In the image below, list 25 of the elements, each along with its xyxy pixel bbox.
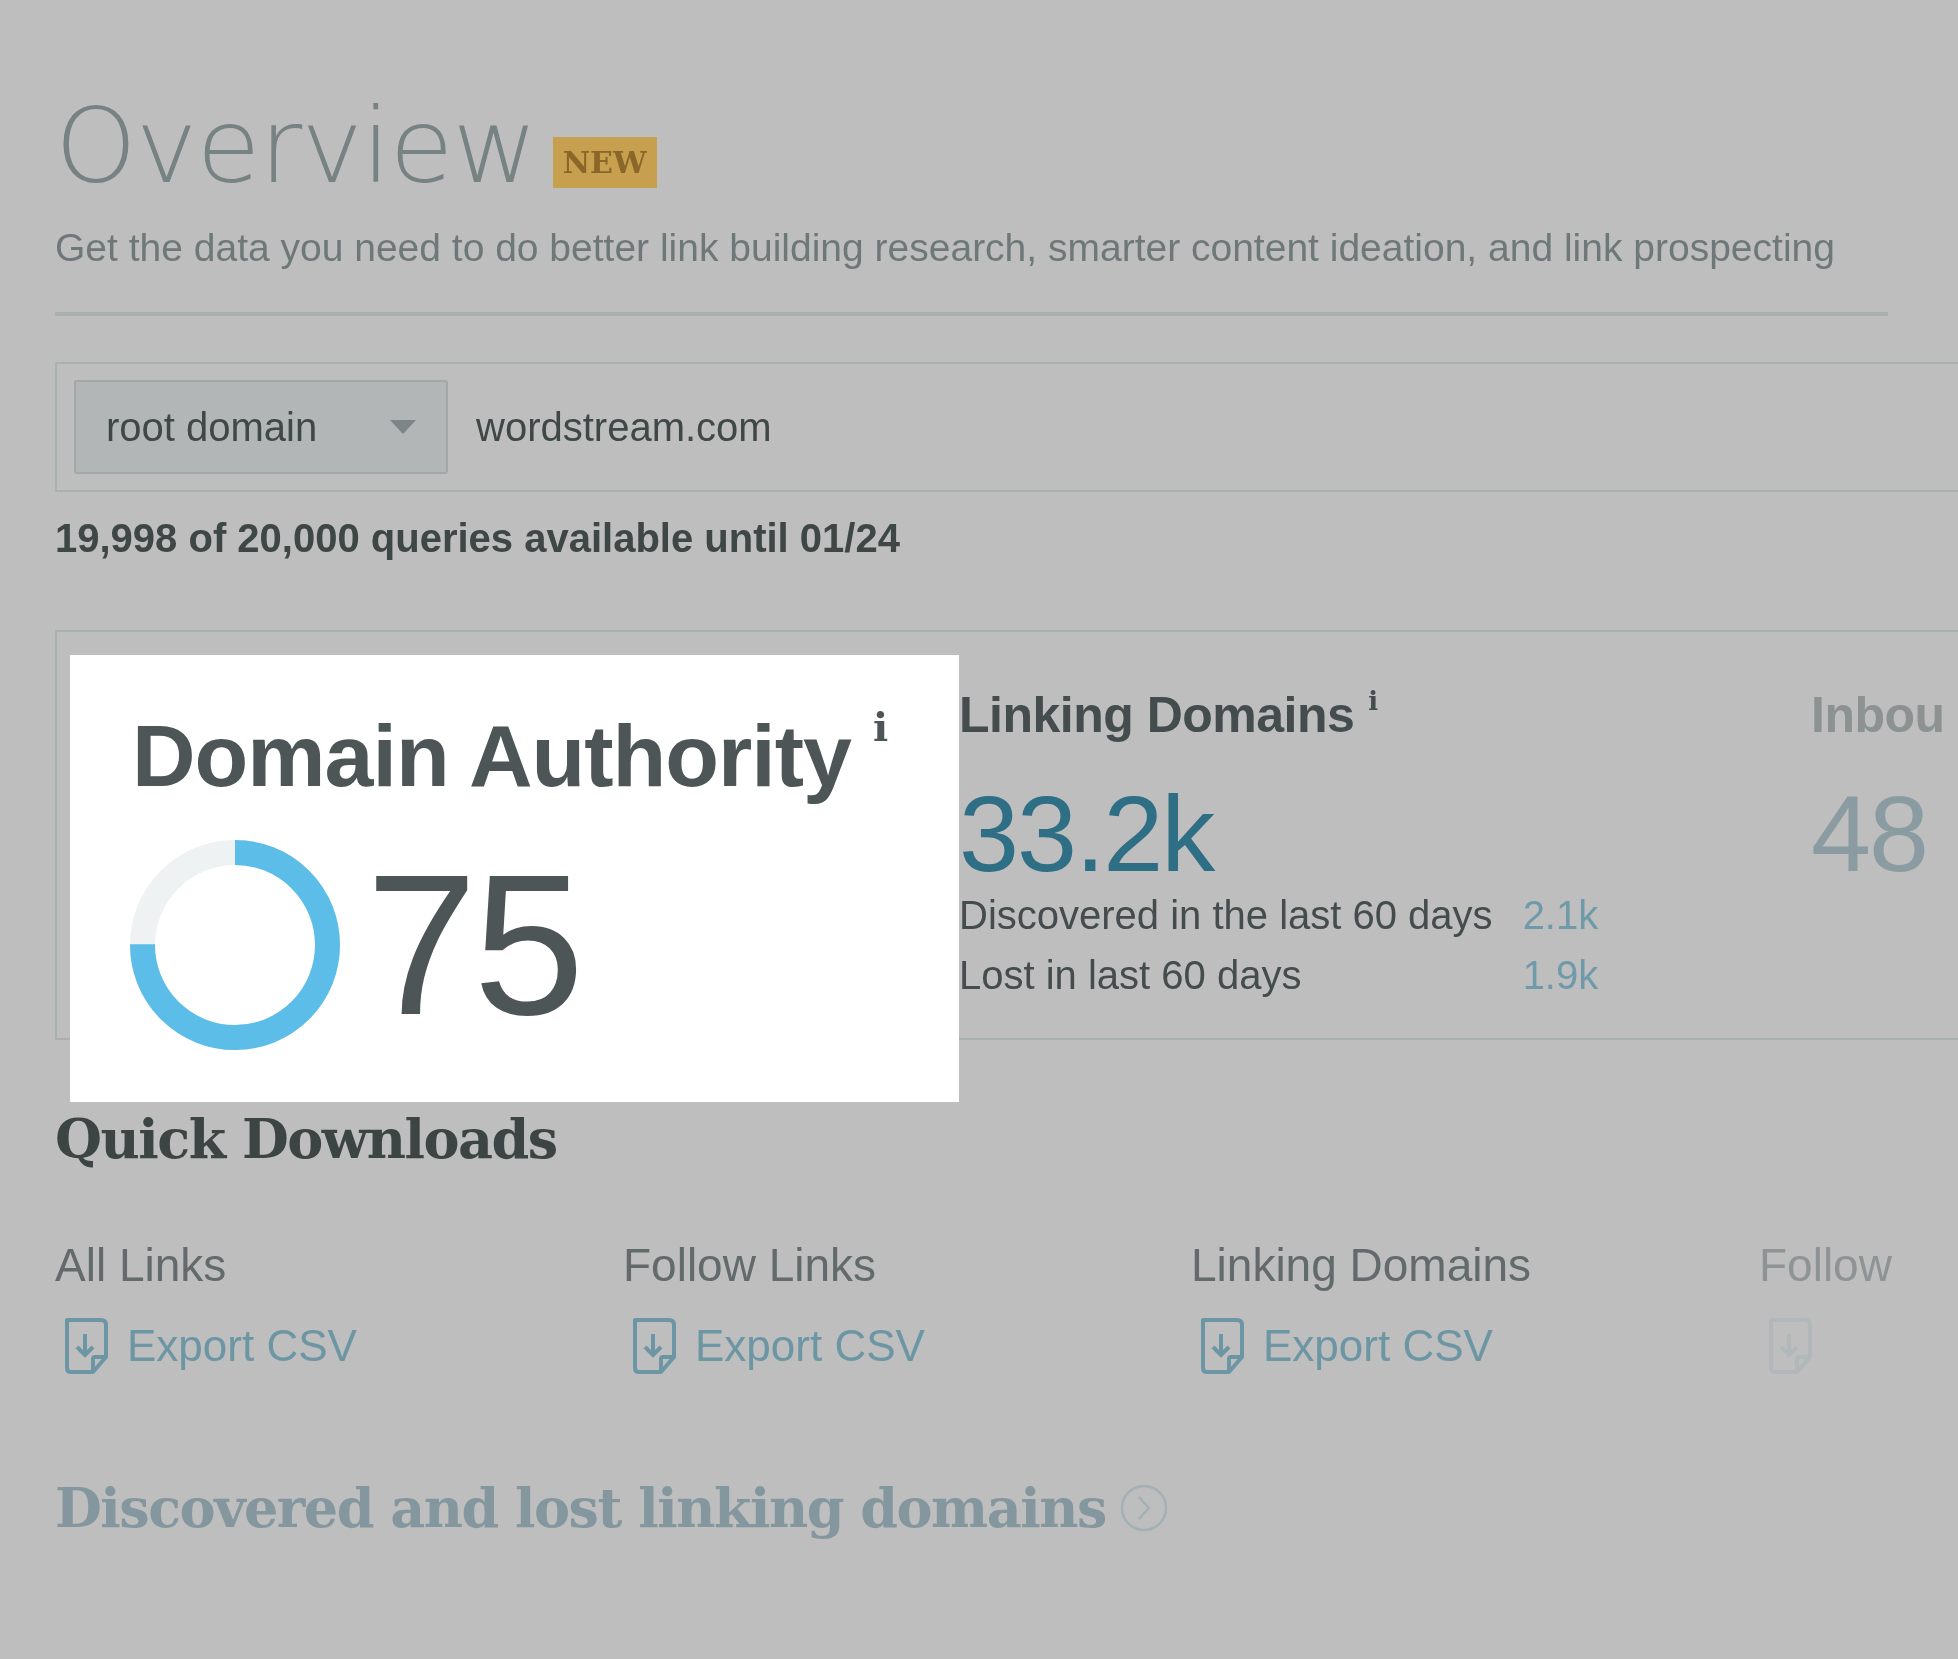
info-icon[interactable]: i <box>1368 687 1379 716</box>
download-label: All Links <box>55 1238 228 1292</box>
document-download-icon <box>631 1317 677 1375</box>
download-label: Follow Links <box>623 1238 878 1292</box>
document-download-icon <box>63 1317 109 1375</box>
stat-value: 1.9k <box>1522 953 1599 999</box>
stat-label: Lost in last 60 days <box>959 953 1303 999</box>
new-badge: NEW <box>552 137 657 188</box>
document-download-icon <box>1199 1317 1245 1375</box>
stat-label: Discovered in the last 60 days <box>959 893 1493 939</box>
scope-dropdown[interactable]: root domain <box>74 380 448 474</box>
section-heading: Quick Downloads <box>55 1107 558 1171</box>
metric-title: Linking Domains <box>959 687 1355 745</box>
download-label: Linking Domains <box>1191 1238 1533 1292</box>
caret-icon <box>390 420 416 434</box>
page-title: Overview <box>55 94 537 198</box>
metric-value: 33.2k <box>959 774 1216 894</box>
info-icon[interactable]: i <box>872 705 889 749</box>
stat-value: 2.1k <box>1522 893 1599 939</box>
domain-input[interactable]: wordstream.com <box>476 404 1076 450</box>
metric-title: Domain Authority <box>132 705 851 807</box>
chevron-circle-icon <box>1119 1484 1168 1532</box>
page-description: Get the data you need to do better link building research, smarter content ideation, and link prospecting <box>55 226 1836 270</box>
metric-value: 75 <box>366 845 581 1046</box>
quota-text: 19,998 of 20,000 queries available until 01/24 <box>55 516 901 561</box>
